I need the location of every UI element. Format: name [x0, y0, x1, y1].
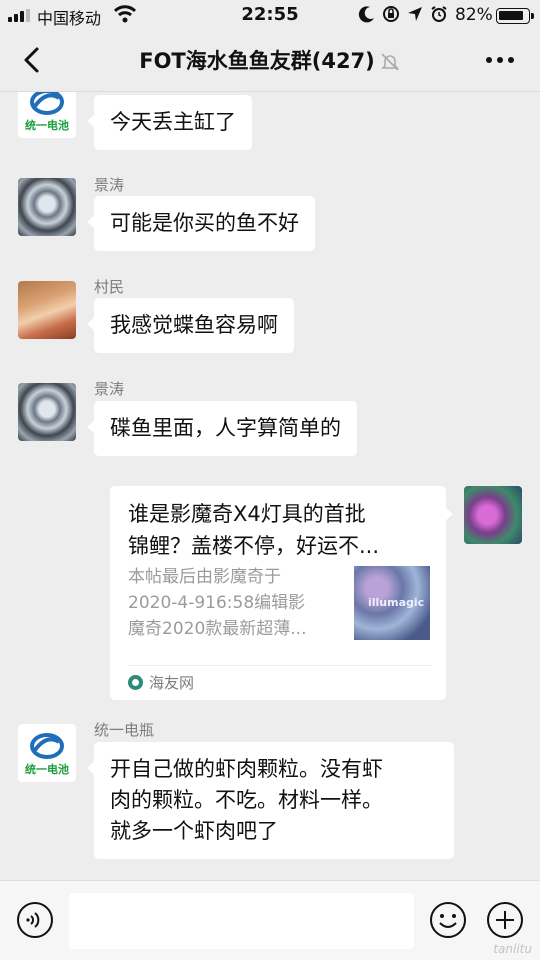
chat-header-overlay: FOT海水鱼鱼友群(427)	[0, 30, 540, 92]
source-name: 海友网	[149, 674, 195, 692]
input-bar: tanlitu	[0, 880, 540, 960]
group-name-overlay: FOT海水鱼鱼友群(427)	[139, 49, 375, 73]
sender-name: 景涛	[94, 176, 125, 194]
orientation-lock-icon	[383, 6, 399, 22]
my-avatar[interactable]	[464, 486, 522, 544]
message-text: 我感觉蝶鱼容易啊	[110, 313, 278, 337]
message-bubble[interactable]: 可能是你买的鱼不好	[87, 196, 315, 251]
source-logo-icon	[128, 675, 143, 690]
sender-name: 景涛	[94, 380, 125, 398]
avatar[interactable]	[18, 178, 76, 236]
divider	[128, 665, 432, 666]
message-text: 今天丢主缸了	[110, 110, 236, 134]
avatar[interactable]: 统一电池	[18, 724, 76, 782]
chat-title-overlay: FOT海水鱼鱼友群(427)	[0, 45, 540, 75]
sender-name: 村民	[94, 278, 125, 296]
link-thumbnail: illumagic	[354, 566, 430, 640]
link-description: 本帖最后由影魔奇于 2020-4-916:58编辑影 魔奇2020款最新超薄..…	[128, 567, 307, 639]
more-button[interactable]	[484, 52, 516, 68]
plus-icon[interactable]	[486, 901, 524, 939]
watermark: tanlitu	[493, 942, 532, 956]
link-source: 海友网	[128, 672, 194, 693]
location-icon	[408, 7, 422, 21]
mute-icon	[380, 53, 399, 71]
avatar[interactable]	[18, 281, 76, 339]
status-bar: 中国移动 22:55 82%	[0, 0, 540, 30]
message-bubble[interactable]: 开自己做的虾肉颗粒。没有虾 肉的颗粒。不吃。材料一样。 就多一个虾肉吧了	[87, 742, 454, 859]
message-text: 可能是你买的鱼不好	[110, 211, 299, 235]
battery-percent: 82%	[455, 5, 493, 25]
message-bubble[interactable]: 我感觉蝶鱼容易啊	[87, 298, 294, 353]
emoji-icon[interactable]	[429, 901, 467, 939]
message-text: 开自己做的虾肉颗粒。没有虾	[110, 757, 383, 781]
message-bubble[interactable]: 碟鱼里面，人字算简单的	[87, 401, 357, 456]
alarm-icon	[431, 6, 447, 22]
voice-icon[interactable]	[16, 901, 54, 939]
message-text: 碟鱼里面，人字算简单的	[110, 416, 341, 440]
link-card[interactable]: 谁是影魔奇X4灯具的首批 锦鲤？盖楼不停，好运不... 本帖最后由影魔奇于 20…	[110, 486, 453, 700]
link-title: 谁是影魔奇X4灯具的首批 锦鲤？盖楼不停，好运不...	[128, 502, 380, 558]
sender-name: 统一电瓶	[94, 721, 155, 739]
message-text: 肉的颗粒。不吃。材料一样。	[110, 788, 383, 812]
message-bubble[interactable]: 今天丢主缸了	[87, 95, 252, 150]
battery-icon	[496, 8, 534, 24]
moon-icon	[358, 6, 374, 23]
avatar[interactable]	[18, 383, 76, 441]
message-text: 就多一个虾肉吧了	[110, 819, 278, 843]
message-input[interactable]	[69, 893, 414, 949]
company-logo-icon	[30, 732, 64, 759]
